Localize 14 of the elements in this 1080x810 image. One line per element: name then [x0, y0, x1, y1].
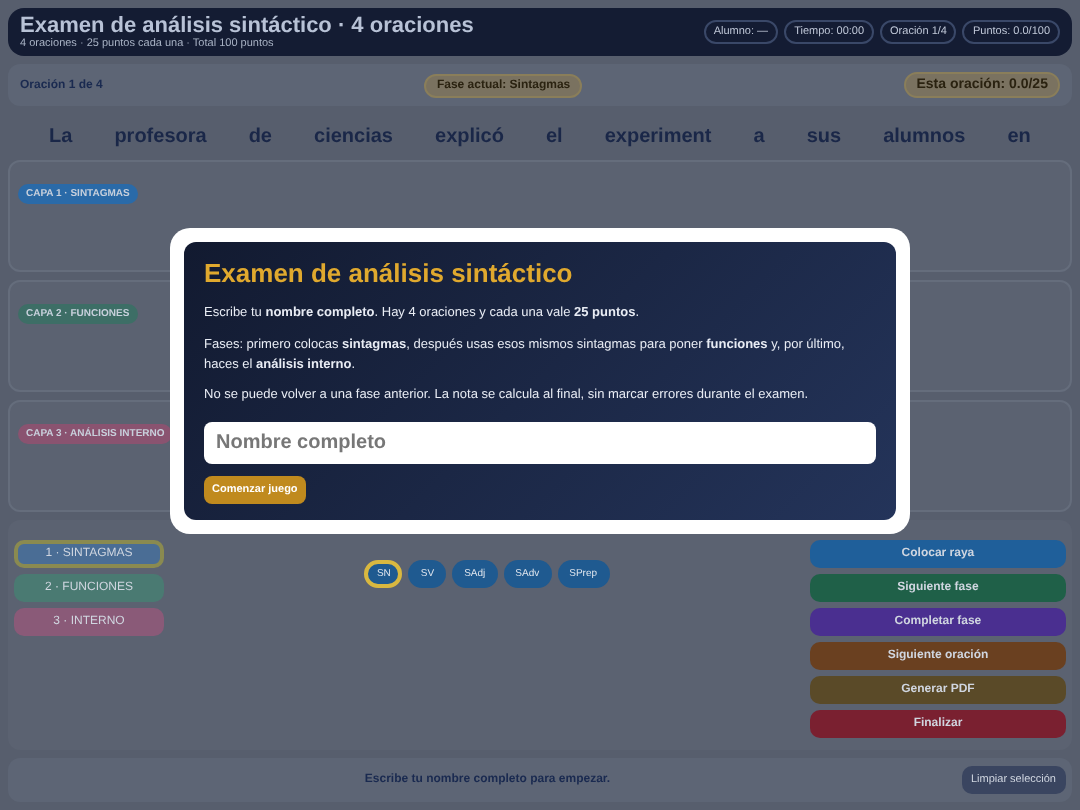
sentence-word[interactable]: La — [49, 126, 73, 148]
sentence-word[interactable]: a — [753, 126, 765, 148]
sentence-word[interactable]: experiment — [604, 126, 712, 148]
name-input-field[interactable]: Nombre completo — [204, 422, 876, 464]
dialog-title: Examen de análisis sintáctico — [204, 258, 573, 288]
sentence-word[interactable]: de — [248, 126, 272, 148]
page-title: Examen de análisis sintáctico · 4 oraciones — [20, 14, 474, 38]
sentence-word[interactable]: explicó — [435, 126, 504, 148]
sentence-word[interactable]: en — [1007, 126, 1031, 148]
sentence-word[interactable]: ciencias — [314, 126, 393, 148]
sentence-word[interactable]: profesora — [114, 126, 207, 148]
sentence-word[interactable]: alumnos — [883, 126, 966, 148]
sentence-word[interactable]: sus — [806, 126, 842, 148]
sentence-word[interactable]: el — [546, 126, 563, 148]
